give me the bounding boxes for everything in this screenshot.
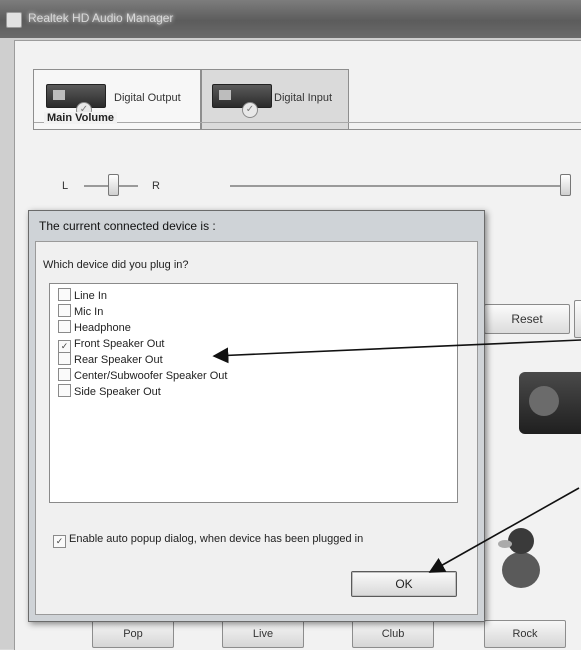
app-icon [6,12,22,28]
balance-right-label: R [152,180,160,192]
list-item[interactable]: Center/Subwoofer Speaker Out [58,368,227,384]
list-item[interactable]: Line In [58,288,107,304]
dialog-question: Which device did you plug in? [43,259,189,271]
digital-input-device-icon [212,84,272,108]
tab-digital-input[interactable]: ✓ Digital Input [201,69,349,130]
connected-device-dialog: The current connected device is : Which … [28,210,485,622]
reset-button[interactable]: Reset [484,304,570,334]
volume-slider-thumb[interactable] [560,174,571,196]
device-label: Mic In [74,306,104,318]
list-item[interactable]: ✓ Front Speaker Out [58,336,165,353]
dialog-title: The current connected device is : [39,219,216,233]
eq-preset-club[interactable]: Club [352,620,434,648]
checkbox-icon[interactable] [58,384,71,397]
speaker-icon [519,372,581,434]
device-label: Side Speaker Out [74,386,161,398]
balance-slider-thumb[interactable] [108,174,119,196]
list-item[interactable]: Headphone [58,320,131,336]
ok-button[interactable]: OK [351,571,457,597]
checkbox-icon[interactable] [58,288,71,301]
main-volume-label: Main Volume [44,112,118,124]
volume-slider-track [230,185,562,187]
side-button-edge[interactable] [574,300,581,338]
duck-mascot-icon [498,528,544,592]
window-title: Realtek HD Audio Manager [28,11,174,25]
device-list: Line In Mic In Headphone ✓ Front Speaker … [49,283,458,503]
auto-popup-label: Enable auto popup dialog, when device ha… [69,533,364,545]
device-label: Center/Subwoofer Speaker Out [74,370,228,382]
list-item[interactable]: Rear Speaker Out [58,352,163,368]
app-window: Realtek HD Audio Manager ✓ Digital Outpu… [0,0,581,650]
checkbox-icon[interactable] [58,352,71,365]
auto-popup-option[interactable]: ✓ Enable auto popup dialog, when device h… [53,533,363,548]
device-label: Headphone [74,322,131,334]
checkbox-checked-icon[interactable]: ✓ [53,535,66,548]
device-label: Rear Speaker Out [74,354,163,366]
device-label: Line In [74,290,108,302]
title-bar[interactable]: Realtek HD Audio Manager [0,0,581,38]
eq-preset-rock[interactable]: Rock [484,620,566,648]
digital-output-device-icon [46,84,106,108]
tab-label: Digital Output [114,92,181,104]
tab-label: Digital Input [274,92,333,104]
checkbox-icon[interactable] [58,304,71,317]
balance-left-label: L [62,180,69,192]
eq-preset-live[interactable]: Live [222,620,304,648]
checkbox-icon[interactable] [58,368,71,381]
list-item[interactable]: Side Speaker Out [58,384,161,400]
checkbox-icon[interactable] [58,320,71,333]
list-item[interactable]: Mic In [58,304,103,320]
eq-preset-pop[interactable]: Pop [92,620,174,648]
device-label: Front Speaker Out [74,338,165,350]
check-badge-icon: ✓ [242,102,258,118]
